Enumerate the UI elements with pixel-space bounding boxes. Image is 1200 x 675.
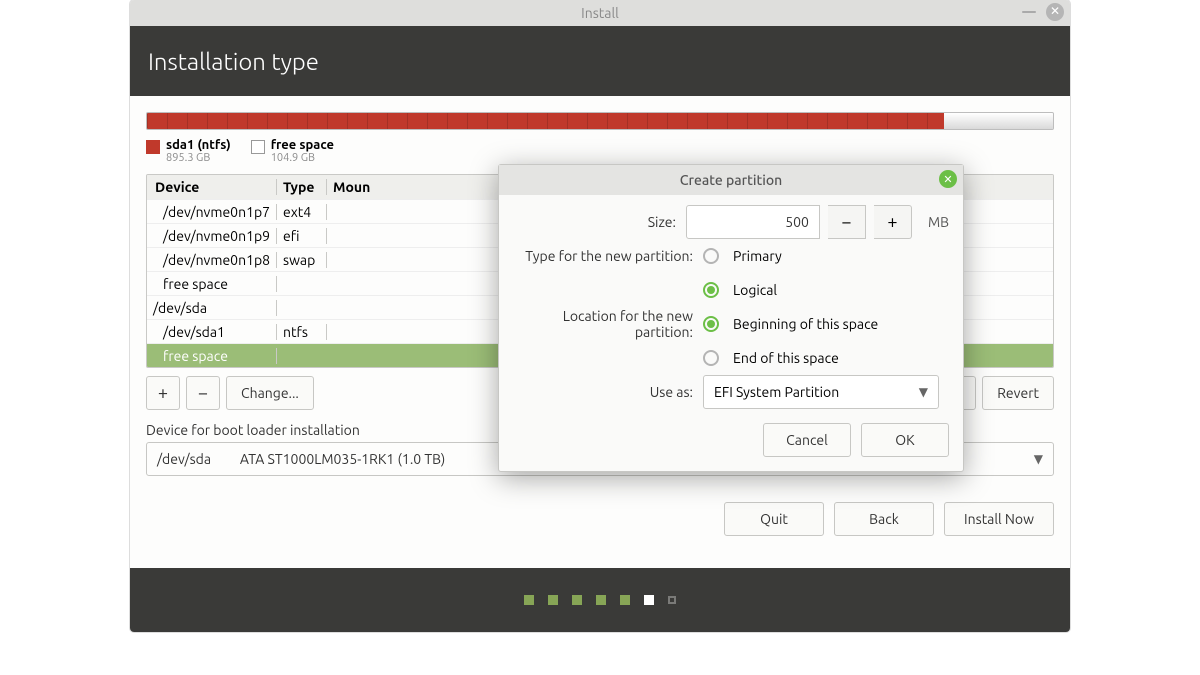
page-title: Installation type bbox=[148, 48, 319, 75]
window-titlebar: Install ✕ bbox=[130, 0, 1070, 26]
dialog-cancel-button[interactable]: Cancel bbox=[763, 423, 851, 457]
legend-free-size: 104.9 GB bbox=[271, 152, 334, 164]
bootloader-device-desc: ATA ST1000LM035-1RK1 (1.0 TB) bbox=[240, 451, 445, 467]
disk-usage-used-segment bbox=[147, 113, 944, 129]
column-header-device[interactable]: Device bbox=[147, 179, 277, 195]
step-dot-5 bbox=[620, 595, 630, 605]
window-minimize-button[interactable] bbox=[1022, 11, 1036, 13]
legend-free-name: free space bbox=[271, 138, 334, 152]
step-dot-3 bbox=[572, 595, 582, 605]
chevron-down-icon: ▼ bbox=[1034, 452, 1043, 466]
use-as-value: EFI System Partition bbox=[714, 384, 839, 400]
change-partition-button[interactable]: Change... bbox=[226, 376, 314, 410]
disk-usage-free-segment bbox=[944, 113, 1053, 129]
chevron-down-icon: ▼ bbox=[919, 385, 928, 399]
quit-button[interactable]: Quit bbox=[724, 502, 824, 536]
add-partition-button[interactable]: + bbox=[146, 376, 180, 410]
partition-device-cell: /dev/nvme0n1p7 bbox=[147, 204, 277, 220]
partition-device-cell: free space bbox=[147, 348, 277, 364]
size-increment-button[interactable]: + bbox=[874, 205, 912, 239]
revert-button[interactable]: Revert bbox=[982, 376, 1054, 410]
use-as-label: Use as: bbox=[513, 384, 703, 400]
legend-used-size: 895.3 GB bbox=[166, 152, 231, 164]
use-as-select[interactable]: EFI System Partition ▼ bbox=[703, 375, 939, 409]
bootloader-device-path: /dev/sda bbox=[157, 451, 211, 467]
radio-location-begin-label: Beginning of this space bbox=[733, 316, 878, 332]
disk-usage-bar bbox=[146, 112, 1054, 130]
column-header-type[interactable]: Type bbox=[277, 179, 327, 195]
legend-used-name: sda1 (ntfs) bbox=[166, 138, 231, 152]
disk-usage-legend: sda1 (ntfs) 895.3 GB free space 104.9 GB bbox=[146, 138, 1054, 164]
window-close-button[interactable]: ✕ bbox=[1046, 3, 1064, 21]
partition-type-cell: efi bbox=[277, 228, 327, 244]
install-now-button[interactable]: Install Now bbox=[944, 502, 1054, 536]
size-input[interactable] bbox=[686, 205, 820, 239]
create-partition-dialog: Create partition ✕ Size: − + MB Type for… bbox=[498, 164, 964, 472]
partition-device-cell: /dev/nvme0n1p8 bbox=[147, 252, 277, 268]
wizard-footer-buttons: Quit Back Install Now bbox=[146, 502, 1054, 536]
radio-logical[interactable] bbox=[703, 282, 719, 298]
partition-type-label: Type for the new partition: bbox=[513, 248, 703, 264]
step-dot-4 bbox=[596, 595, 606, 605]
radio-logical-label: Logical bbox=[733, 282, 777, 298]
step-dot-2 bbox=[548, 595, 558, 605]
legend-free-swatch bbox=[251, 140, 265, 154]
dialog-ok-button[interactable]: OK bbox=[861, 423, 949, 457]
legend-used: sda1 (ntfs) 895.3 GB bbox=[146, 138, 231, 164]
partition-device-cell: free space bbox=[147, 276, 277, 292]
legend-free: free space 104.9 GB bbox=[251, 138, 334, 164]
radio-location-end[interactable] bbox=[703, 350, 719, 366]
dialog-titlebar: Create partition ✕ bbox=[499, 165, 963, 195]
back-button[interactable]: Back bbox=[834, 502, 934, 536]
step-dot-6-current bbox=[644, 595, 654, 605]
partition-location-label: Location for the new partition: bbox=[513, 308, 703, 340]
radio-location-end-label: End of this space bbox=[733, 350, 839, 366]
step-dot-7 bbox=[668, 596, 676, 604]
radio-primary[interactable] bbox=[703, 248, 719, 264]
partition-type-cell: swap bbox=[277, 252, 327, 268]
size-label: Size: bbox=[513, 214, 686, 230]
page-header: Installation type bbox=[130, 26, 1070, 96]
partition-type-cell: ext4 bbox=[277, 204, 327, 220]
radio-primary-label: Primary bbox=[733, 248, 782, 264]
partition-device-cell: /dev/nvme0n1p9 bbox=[147, 228, 277, 244]
remove-partition-button[interactable]: − bbox=[186, 376, 220, 410]
legend-used-swatch bbox=[146, 140, 160, 154]
window-title: Install bbox=[581, 5, 619, 21]
step-dot-1 bbox=[524, 595, 534, 605]
partition-device-cell: /dev/sda bbox=[147, 300, 277, 316]
size-unit: MB bbox=[928, 214, 949, 230]
dialog-close-button[interactable]: ✕ bbox=[939, 170, 957, 188]
partition-device-cell: /dev/sda1 bbox=[147, 324, 277, 340]
size-decrement-button[interactable]: − bbox=[828, 205, 866, 239]
radio-location-begin[interactable] bbox=[703, 316, 719, 332]
dialog-title: Create partition bbox=[680, 172, 782, 188]
wizard-progress-footer bbox=[130, 568, 1070, 632]
partition-type-cell: ntfs bbox=[277, 324, 327, 340]
